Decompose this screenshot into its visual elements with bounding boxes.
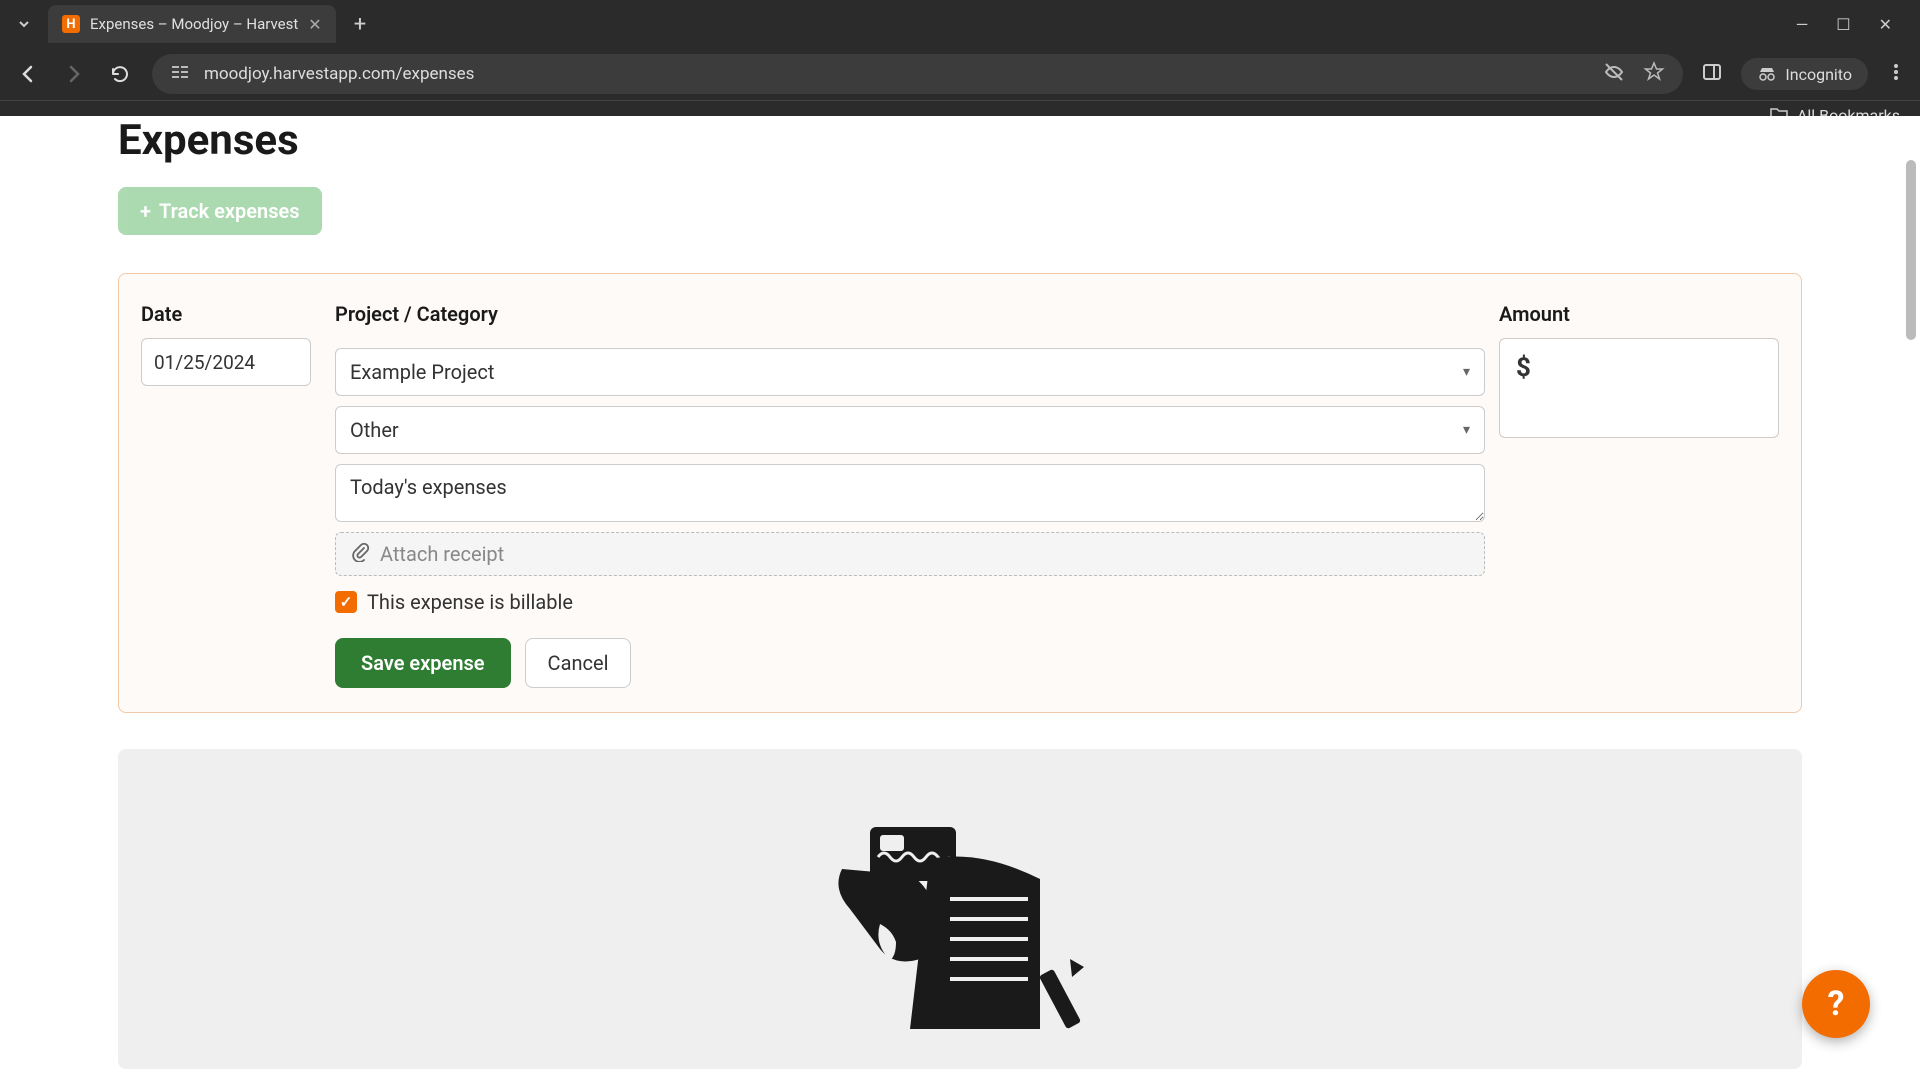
menu-icon[interactable]: [1886, 62, 1906, 86]
chevron-down-icon: ▾: [1463, 422, 1470, 438]
track-expenses-button[interactable]: + Track expenses: [118, 187, 322, 235]
attach-receipt-button[interactable]: Attach receipt: [335, 532, 1485, 576]
notes-textarea[interactable]: [335, 464, 1485, 522]
chevron-down-icon: ▾: [1463, 364, 1470, 380]
address-bar-row: moodjoy.harvestapp.com/expenses Incognit…: [0, 48, 1920, 100]
category-select[interactable]: Other ▾: [335, 406, 1485, 454]
window-controls: — ☐ ✕: [1796, 15, 1912, 34]
date-column: Date: [141, 302, 321, 688]
billable-label: This expense is billable: [367, 590, 573, 614]
side-panel-icon[interactable]: [1701, 61, 1723, 87]
minimize-icon[interactable]: —: [1796, 15, 1809, 34]
date-input[interactable]: [141, 338, 311, 386]
page-title: Expenses: [118, 116, 1802, 165]
track-button-label: Track expenses: [159, 199, 300, 223]
new-tab-button[interactable]: +: [344, 12, 376, 37]
bookmark-star-icon[interactable]: [1643, 61, 1665, 88]
paperclip-icon: [350, 542, 370, 567]
category-value: Other: [350, 418, 399, 442]
receipt-illustration-icon: [800, 809, 1120, 1029]
tab-favicon-icon: H: [62, 15, 80, 33]
attach-label: Attach receipt: [380, 542, 504, 566]
empty-state-panel: [118, 749, 1802, 1069]
tab-bar: H Expenses – Moodjoy – Harvest ✕ + — ☐ ✕: [0, 0, 1920, 48]
forward-button[interactable]: [60, 60, 88, 88]
project-select[interactable]: Example Project ▾: [335, 348, 1485, 396]
browser-chrome: H Expenses – Moodjoy – Harvest ✕ + — ☐ ✕…: [0, 0, 1920, 130]
incognito-badge[interactable]: Incognito: [1741, 58, 1868, 90]
amount-input[interactable]: $: [1499, 338, 1779, 438]
eye-off-icon[interactable]: [1603, 61, 1625, 88]
amount-column: Amount $: [1499, 302, 1779, 688]
close-window-icon[interactable]: ✕: [1879, 15, 1892, 34]
page-content: Expenses + Track expenses Date Project /…: [0, 116, 1920, 1066]
close-icon[interactable]: ✕: [308, 15, 321, 34]
currency-symbol: $: [1516, 353, 1531, 383]
date-label: Date: [141, 302, 321, 326]
billable-checkbox[interactable]: ✓: [335, 591, 357, 613]
reload-button[interactable]: [106, 60, 134, 88]
billable-checkbox-row[interactable]: ✓ This expense is billable: [335, 590, 1485, 614]
tab-search-dropdown[interactable]: [8, 8, 40, 40]
plus-icon: +: [140, 199, 151, 223]
expense-form-card: Date Project / Category Example Project …: [118, 273, 1802, 713]
tab-title: Expenses – Moodjoy – Harvest: [90, 15, 298, 33]
help-button[interactable]: ?: [1802, 970, 1870, 1038]
project-label: Project / Category: [335, 302, 1485, 326]
address-bar[interactable]: moodjoy.harvestapp.com/expenses: [152, 54, 1683, 94]
scrollbar-thumb[interactable]: [1906, 160, 1916, 340]
project-value: Example Project: [350, 360, 494, 384]
project-category-column: Project / Category Example Project ▾ Oth…: [335, 302, 1485, 688]
incognito-label: Incognito: [1785, 65, 1852, 84]
url-text: moodjoy.harvestapp.com/expenses: [204, 64, 474, 84]
form-actions: Save expense Cancel: [335, 638, 1485, 688]
cancel-button[interactable]: Cancel: [525, 638, 632, 688]
scrollbar[interactable]: [1904, 116, 1918, 1066]
amount-label: Amount: [1499, 302, 1779, 326]
site-settings-icon[interactable]: [170, 62, 190, 87]
save-expense-button[interactable]: Save expense: [335, 638, 511, 688]
browser-tab-active[interactable]: H Expenses – Moodjoy – Harvest ✕: [48, 5, 336, 43]
back-button[interactable]: [14, 60, 42, 88]
maximize-icon[interactable]: ☐: [1836, 15, 1850, 34]
